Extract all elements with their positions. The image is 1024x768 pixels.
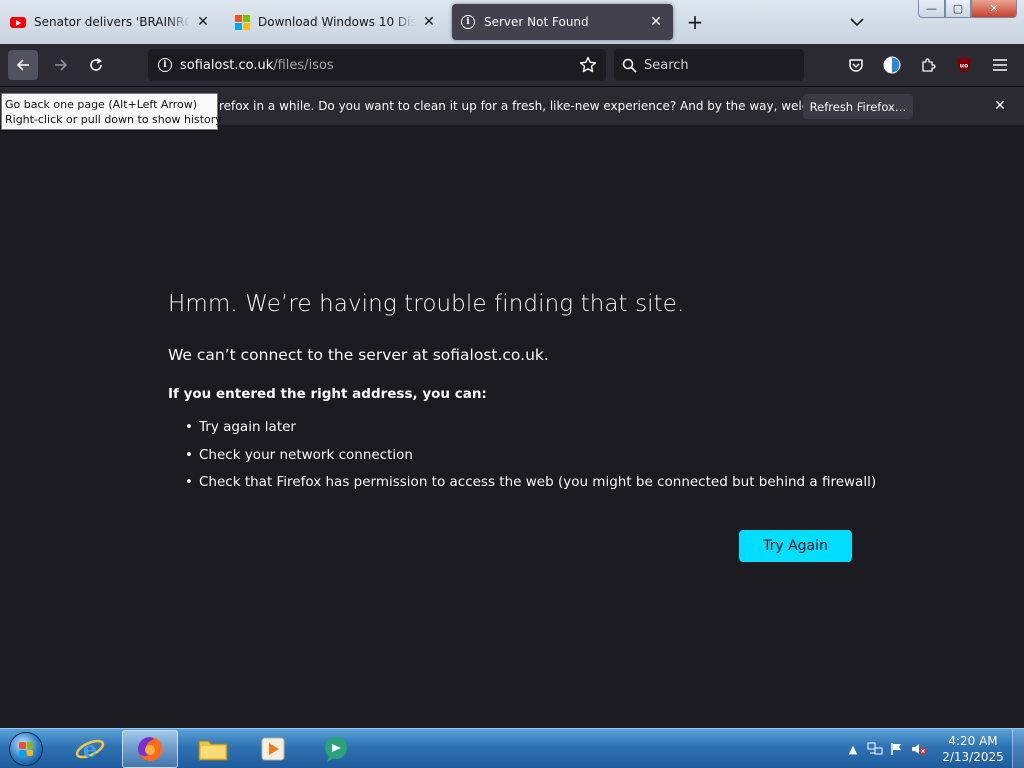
svg-text:e: e [83,737,97,763]
tooltip-line: Go back one page (Alt+Left Arrow) [5,98,198,111]
arrow-right-icon [55,59,68,71]
tab-title: Senator delivers 'BRAINROT' sp [34,15,190,29]
window-controls: — ▢ ✕ [918,0,1017,18]
url-bar[interactable]: i sofialost.co.uk/files/isos [148,49,606,81]
info-icon: i [460,14,476,30]
suggestion-text: Try again later [199,419,296,435]
internet-explorer-icon[interactable]: e [62,730,118,768]
extensions-icon[interactable] [916,53,940,77]
navigation-toolbar: i sofialost.co.uk/files/isos uo [0,44,1024,86]
url-domain: sofialost.co.uk [180,57,274,73]
error-page: Hmm. We’re having trouble finding that s… [0,125,1024,728]
show-desktop-button[interactable] [1012,729,1024,768]
tab-title: Download Windows 10 Disc Ima [258,15,416,29]
arrow-left-icon [16,59,29,71]
tab-title: Server Not Found [484,15,589,29]
tab-server-not-found[interactable]: i Server Not Found ✕ [452,4,673,40]
media-player-icon[interactable] [245,730,301,768]
network-icon[interactable] [864,738,886,760]
minimize-button[interactable]: — [918,0,945,18]
close-icon[interactable]: ✕ [647,13,665,31]
close-icon[interactable]: ✕ [420,13,438,31]
messenger-icon[interactable] [308,730,364,768]
windows-logo-icon [9,732,43,766]
menu-icon[interactable] [988,53,1012,77]
error-subheading: If you entered the right address, you ca… [168,386,487,402]
url-path: /files/isos [273,57,334,73]
system-tray: ▲ [842,729,930,768]
volume-muted-icon[interactable] [908,738,930,760]
suggestion-text: Check that Firefox has permission to acc… [199,474,877,490]
search-icon [614,58,644,73]
tooltip-line: Right-click or pull down to show history [5,113,222,126]
ublock-icon[interactable]: uo [952,53,976,77]
dark-reader-icon[interactable] [880,53,904,77]
firefox-icon[interactable] [122,730,178,768]
close-icon[interactable]: ✕ [194,13,212,31]
clock-date: 2/13/2025 [942,750,1004,764]
list-item: • Check that Firefox has permission to ac… [185,474,877,490]
try-again-button[interactable]: Try Again [739,530,852,562]
clock-time: 4:20 AM [948,734,998,748]
search-bar[interactable] [614,49,804,81]
new-tab-button[interactable]: + [683,10,707,34]
tab-windows-download[interactable]: Download Windows 10 Disc Ima ✕ [226,4,446,40]
show-hidden-icons-icon[interactable]: ▲ [842,738,864,760]
tab-bar: Senator delivers 'BRAINROT' sp ✕ Downloa… [0,0,1024,44]
suggestion-list: • Try again later • Check your network con… [185,419,876,502]
forward-button[interactable] [46,50,76,80]
action-center-flag-icon[interactable] [886,738,908,760]
system-clock[interactable]: 4:20 AM 2/13/2025 [938,733,1008,765]
site-info-icon[interactable]: i [150,58,180,72]
youtube-icon [10,14,26,30]
maximize-button[interactable]: ▢ [945,0,971,18]
list-item: • Try again later [185,419,296,435]
search-input[interactable] [644,57,794,73]
file-explorer-icon[interactable] [185,730,241,768]
microsoft-icon [234,14,250,30]
error-description: We can’t connect to the server at sofial… [168,346,549,364]
start-button[interactable] [6,730,46,768]
close-window-button[interactable]: ✕ [971,0,1017,18]
bookmark-star-icon[interactable] [578,55,598,75]
back-button[interactable] [8,50,38,80]
close-icon[interactable]: ✕ [990,96,1010,116]
suggestion-text: Check your network connection [199,446,413,463]
tab-senator[interactable]: Senator delivers 'BRAINROT' sp ✕ [2,4,220,40]
reload-icon [90,57,102,71]
reload-button[interactable] [81,50,111,80]
list-item: • Check your network connection [185,446,413,463]
taskbar: e ▲ 4:20 AM 2/13/2025 [0,728,1024,768]
chevron-down-icon[interactable] [846,12,868,32]
refresh-firefox-button[interactable]: Refresh Firefox… [803,94,913,119]
error-title: Hmm. We’re having trouble finding that s… [168,291,685,317]
back-button-tooltip: Go back one page (Alt+Left Arrow) Right-… [1,93,222,130]
notification-message: refox in a while. Do you want to clean i… [219,99,872,113]
url-text[interactable]: sofialost.co.uk/files/isos [180,58,334,73]
pocket-icon[interactable] [844,53,868,77]
svg-text:uo: uo [960,63,968,70]
